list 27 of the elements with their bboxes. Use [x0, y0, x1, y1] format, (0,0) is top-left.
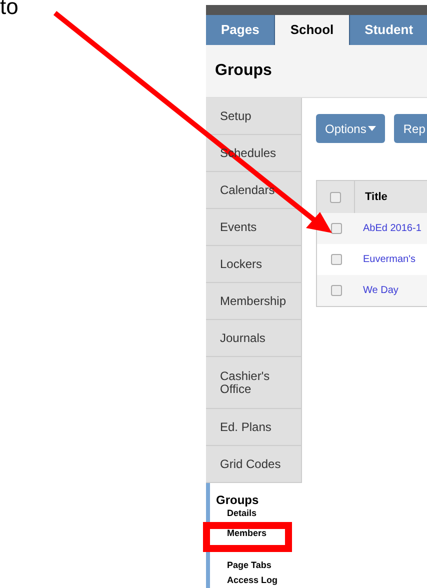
section-title: Groups [216, 493, 260, 507]
checkbox[interactable] [330, 254, 342, 265]
section-link[interactable]: Page Tabs [227, 560, 272, 571]
checkbox[interactable] [330, 285, 342, 296]
sidebar-item[interactable]: Calendars [206, 172, 302, 209]
sidebar-item[interactable]: Lockers [206, 246, 302, 283]
page-title: Groups [215, 61, 272, 81]
options-button[interactable]: Options [316, 114, 386, 143]
caret-icon [368, 126, 376, 131]
sidebar-item[interactable]: Journals [206, 320, 302, 357]
sidebar-item[interactable]: Setup [206, 98, 302, 135]
group-link[interactable]: We Day [363, 283, 398, 298]
sidebar-item[interactable]: Grid Codes [206, 446, 302, 483]
section-link[interactable]: Details [227, 508, 257, 519]
sidebar-item[interactable]: Events [206, 209, 302, 246]
section-link[interactable]: Access Log [227, 575, 278, 586]
column-header[interactable]: Title [355, 188, 388, 206]
sidebar-item[interactable]: Membership [206, 283, 302, 320]
section-link[interactable]: Members [227, 528, 267, 539]
checkbox[interactable] [330, 192, 341, 202]
checkbox[interactable] [330, 223, 342, 234]
sidebar-item[interactable]: Ed. Plans [206, 409, 302, 446]
toolbar-button[interactable]: Rep [394, 114, 427, 143]
tab[interactable]: School [275, 15, 350, 45]
caption-text: to [0, 0, 18, 18]
group-link[interactable]: Euverman's [363, 252, 416, 267]
sidebar-item[interactable]: Cashier's Office [206, 357, 302, 409]
